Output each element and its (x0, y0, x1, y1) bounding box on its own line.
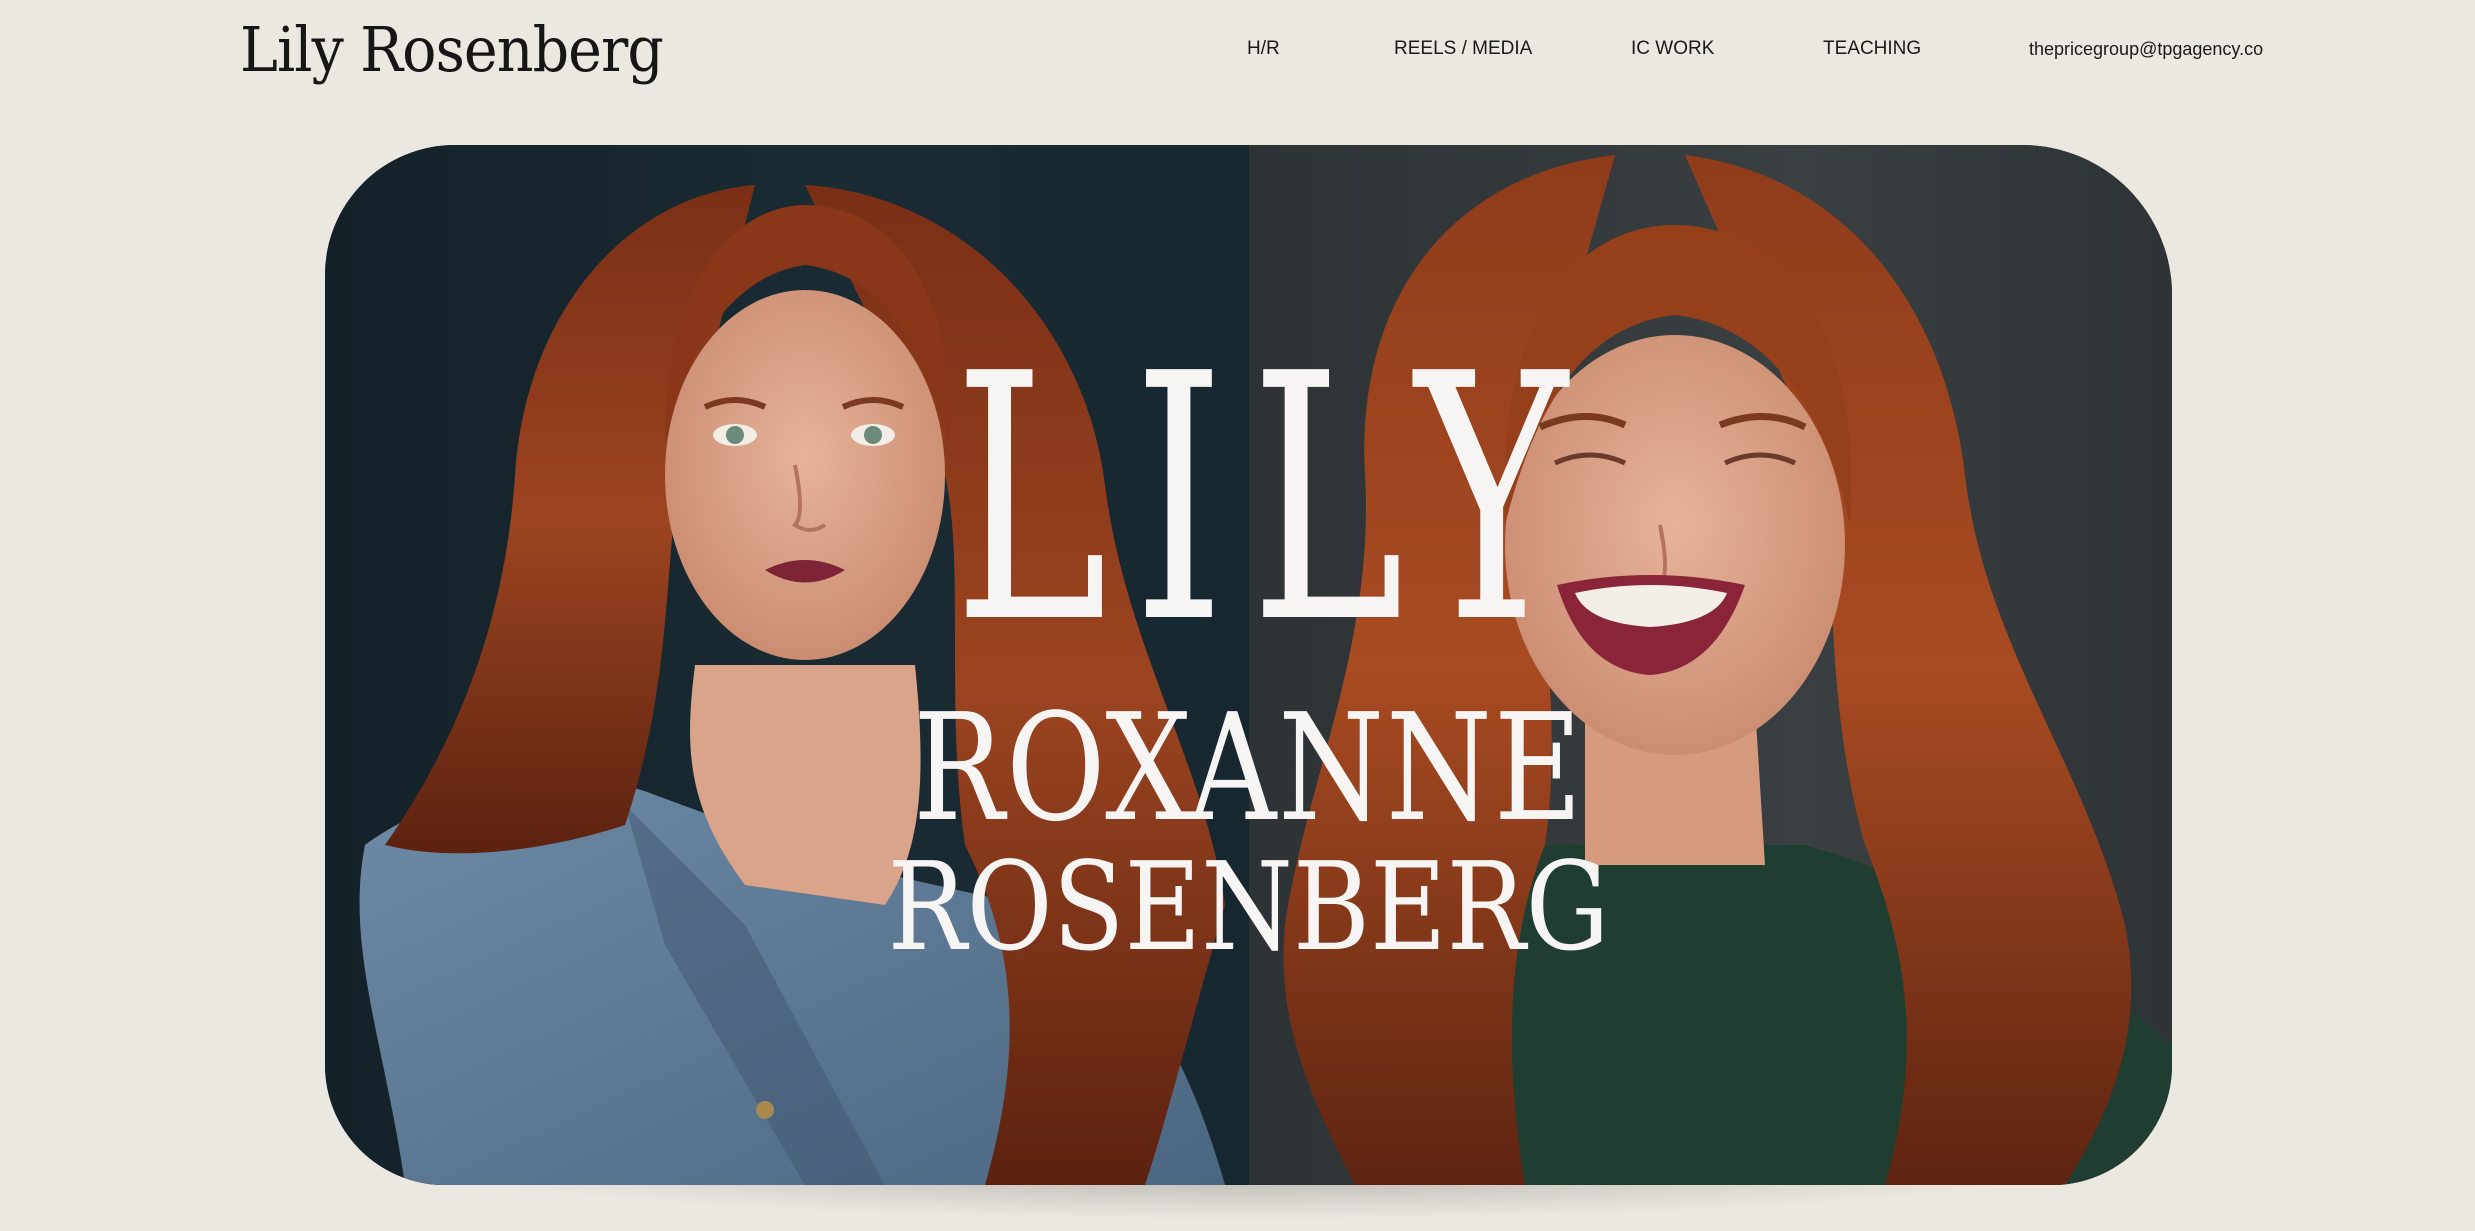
hero-first-name: LILY (953, 302, 1594, 698)
nav-link-email[interactable]: thepricegroup@tpgagency.co (2029, 36, 2263, 62)
site-logo[interactable]: Lily Rosenberg (240, 14, 664, 86)
nav-link-teaching[interactable]: TEACHING (1823, 36, 1921, 62)
nav-link-reels-media[interactable]: REELS / MEDIA (1394, 36, 1532, 62)
hero-banner: LILY ROXANNE ROSENBERG (325, 145, 2172, 1185)
hero-middle-name: ROXANNE (913, 682, 1584, 854)
page: Lily Rosenberg H/R REELS / MEDIA IC WORK… (0, 0, 2475, 1231)
nav-link-hr[interactable]: H/R (1247, 36, 1280, 62)
nav-link-ic-work[interactable]: IC WORK (1631, 36, 1714, 62)
site-header: Lily Rosenberg H/R REELS / MEDIA IC WORK… (0, 0, 2475, 100)
hero-last-name: ROSENBERG (887, 836, 1610, 978)
